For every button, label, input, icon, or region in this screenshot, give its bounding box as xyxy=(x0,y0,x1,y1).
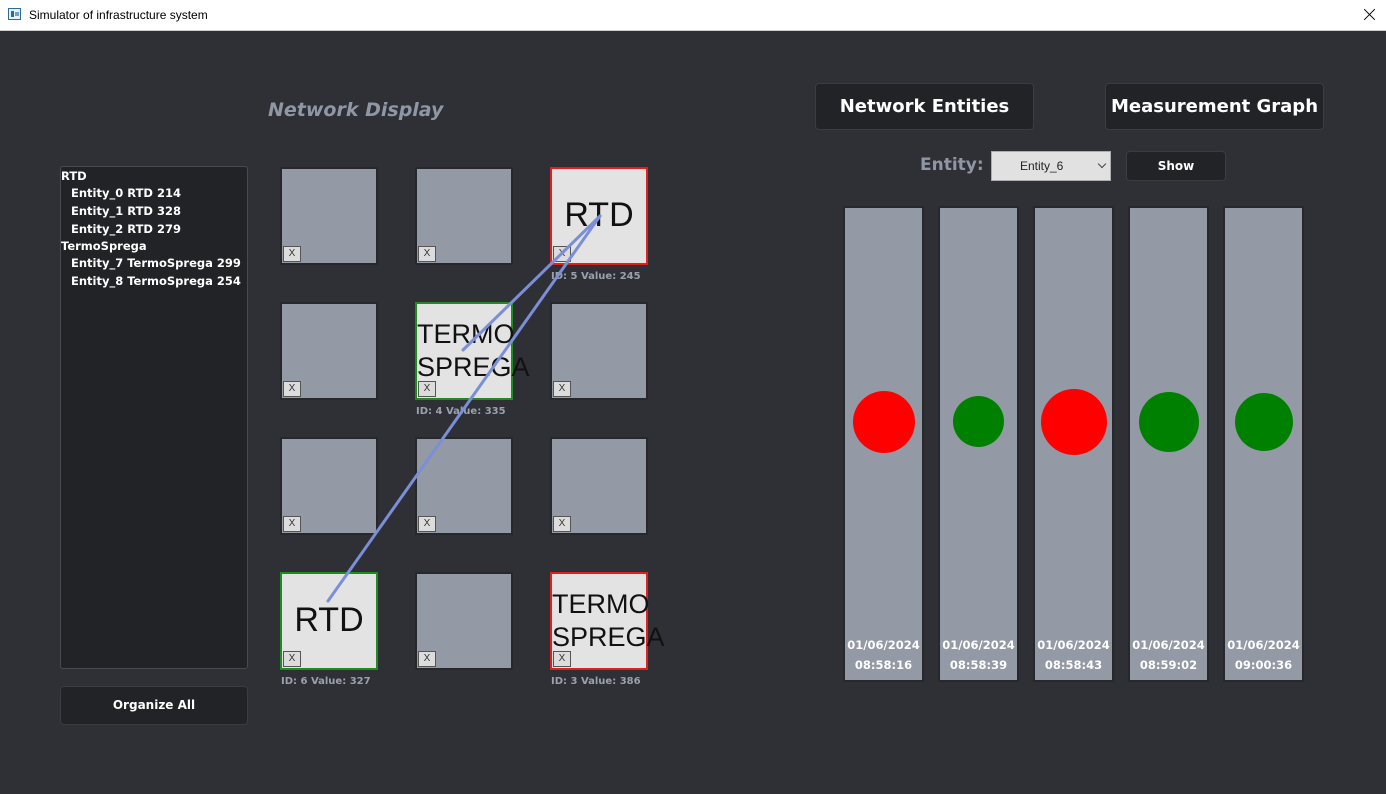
cell-entity-label: TERMO SPREGA xyxy=(417,319,530,382)
tree-item[interactable]: Entity_8 TermoSprega 254 xyxy=(61,272,247,290)
entity-select[interactable]: Entity_6 xyxy=(991,151,1111,181)
measurement-date: 01/06/2024 xyxy=(1227,638,1300,652)
grid-cell[interactable]: X xyxy=(280,437,378,535)
grid-cell[interactable]: X xyxy=(280,302,378,400)
measurement-date: 01/06/2024 xyxy=(1037,638,1110,652)
title-bar: Simulator of infrastructure system xyxy=(0,0,1386,31)
measurement-bar: 01/06/2024 08:58:16 xyxy=(843,206,924,682)
status-indicator xyxy=(1041,389,1107,455)
cell-remove-button[interactable]: X xyxy=(553,516,571,532)
entity-label: Entity: xyxy=(920,155,984,175)
cell-remove-button[interactable]: X xyxy=(283,651,301,667)
cell-info: ID: 6 Value: 327 xyxy=(281,676,371,687)
measurement-bar: 01/06/2024 08:59:02 xyxy=(1128,206,1209,682)
grid-cell[interactable]: TERMO SPREGA X xyxy=(415,302,530,400)
measurement-time: 09:00:36 xyxy=(1234,658,1293,672)
network-entities-button[interactable]: Network Entities xyxy=(815,83,1034,130)
measurement-time: 08:58:43 xyxy=(1044,658,1103,672)
tree-item[interactable]: Entity_2 RTD 279 xyxy=(61,220,247,238)
window-title: Simulator of infrastructure system xyxy=(29,8,208,22)
tree-item[interactable]: Entity_1 RTD 328 xyxy=(61,202,247,220)
cell-remove-button[interactable]: X xyxy=(283,381,301,397)
cell-remove-button[interactable]: X xyxy=(553,381,571,397)
entity-select-value: Entity_6 xyxy=(1020,159,1064,173)
tree-group[interactable]: RTD xyxy=(61,168,247,184)
status-indicator xyxy=(1235,393,1293,451)
organize-all-button[interactable]: Organize All xyxy=(60,686,248,725)
app-icon xyxy=(8,8,21,20)
cell-info: ID: 3 Value: 386 xyxy=(551,676,641,687)
cell-remove-button[interactable]: X xyxy=(553,246,571,262)
grid-cell[interactable]: X xyxy=(415,437,513,535)
cell-remove-button[interactable]: X xyxy=(553,651,571,667)
tree-item[interactable]: Entity_0 RTD 214 xyxy=(61,184,247,202)
status-indicator xyxy=(853,391,915,453)
cell-remove-button[interactable]: X xyxy=(283,516,301,532)
grid-cell[interactable]: X xyxy=(550,302,648,400)
tree-item[interactable]: Entity_7 TermoSprega 299 xyxy=(61,254,247,272)
grid-cell[interactable]: X xyxy=(550,437,648,535)
cell-info: ID: 5 Value: 245 xyxy=(551,271,641,282)
measurement-time: 08:58:16 xyxy=(854,658,913,672)
measurement-date: 01/06/2024 xyxy=(942,638,1015,652)
chevron-down-icon xyxy=(1097,159,1107,169)
grid-cell[interactable]: X xyxy=(280,167,378,265)
grid-cell[interactable]: X xyxy=(415,167,513,265)
grid-cell[interactable]: RTD X xyxy=(550,167,648,265)
grid-cell[interactable]: X xyxy=(415,572,513,670)
cell-entity-label: RTD xyxy=(294,601,364,639)
measurement-bar: 01/06/2024 08:58:39 xyxy=(938,206,1019,682)
measurement-graph-button[interactable]: Measurement Graph xyxy=(1105,83,1324,130)
measurement-date: 01/06/2024 xyxy=(847,638,920,652)
cell-info: ID: 4 Value: 335 xyxy=(416,406,506,417)
entity-tree[interactable]: RTD Entity_0 RTD 214 Entity_1 RTD 328 Entit… xyxy=(60,166,248,669)
measurement-bar: 01/06/2024 08:58:43 xyxy=(1033,206,1114,682)
cell-entity-label: TERMO SPREGA xyxy=(552,589,665,652)
cell-remove-button[interactable]: X xyxy=(418,246,436,262)
cell-remove-button[interactable]: X xyxy=(283,246,301,262)
measurement-time: 08:58:39 xyxy=(949,658,1008,672)
cell-remove-button[interactable]: X xyxy=(418,381,436,397)
measurement-bar: 01/06/2024 09:00:36 xyxy=(1223,206,1304,682)
status-indicator xyxy=(953,396,1004,447)
cell-remove-button[interactable]: X xyxy=(418,516,436,532)
cell-remove-button[interactable]: X xyxy=(418,651,436,667)
cell-entity-label: RTD xyxy=(564,196,634,234)
close-window-button[interactable] xyxy=(1350,0,1386,30)
status-indicator xyxy=(1139,392,1199,452)
show-button[interactable]: Show xyxy=(1126,151,1226,181)
network-display-heading: Network Display xyxy=(268,99,444,121)
measurement-date: 01/06/2024 xyxy=(1132,638,1205,652)
grid-cell[interactable]: TERMO SPREGA X xyxy=(550,572,665,670)
tree-group[interactable]: TermoSprega xyxy=(61,238,247,254)
grid-cell[interactable]: RTD X xyxy=(280,572,378,670)
measurement-time: 08:59:02 xyxy=(1139,658,1198,672)
